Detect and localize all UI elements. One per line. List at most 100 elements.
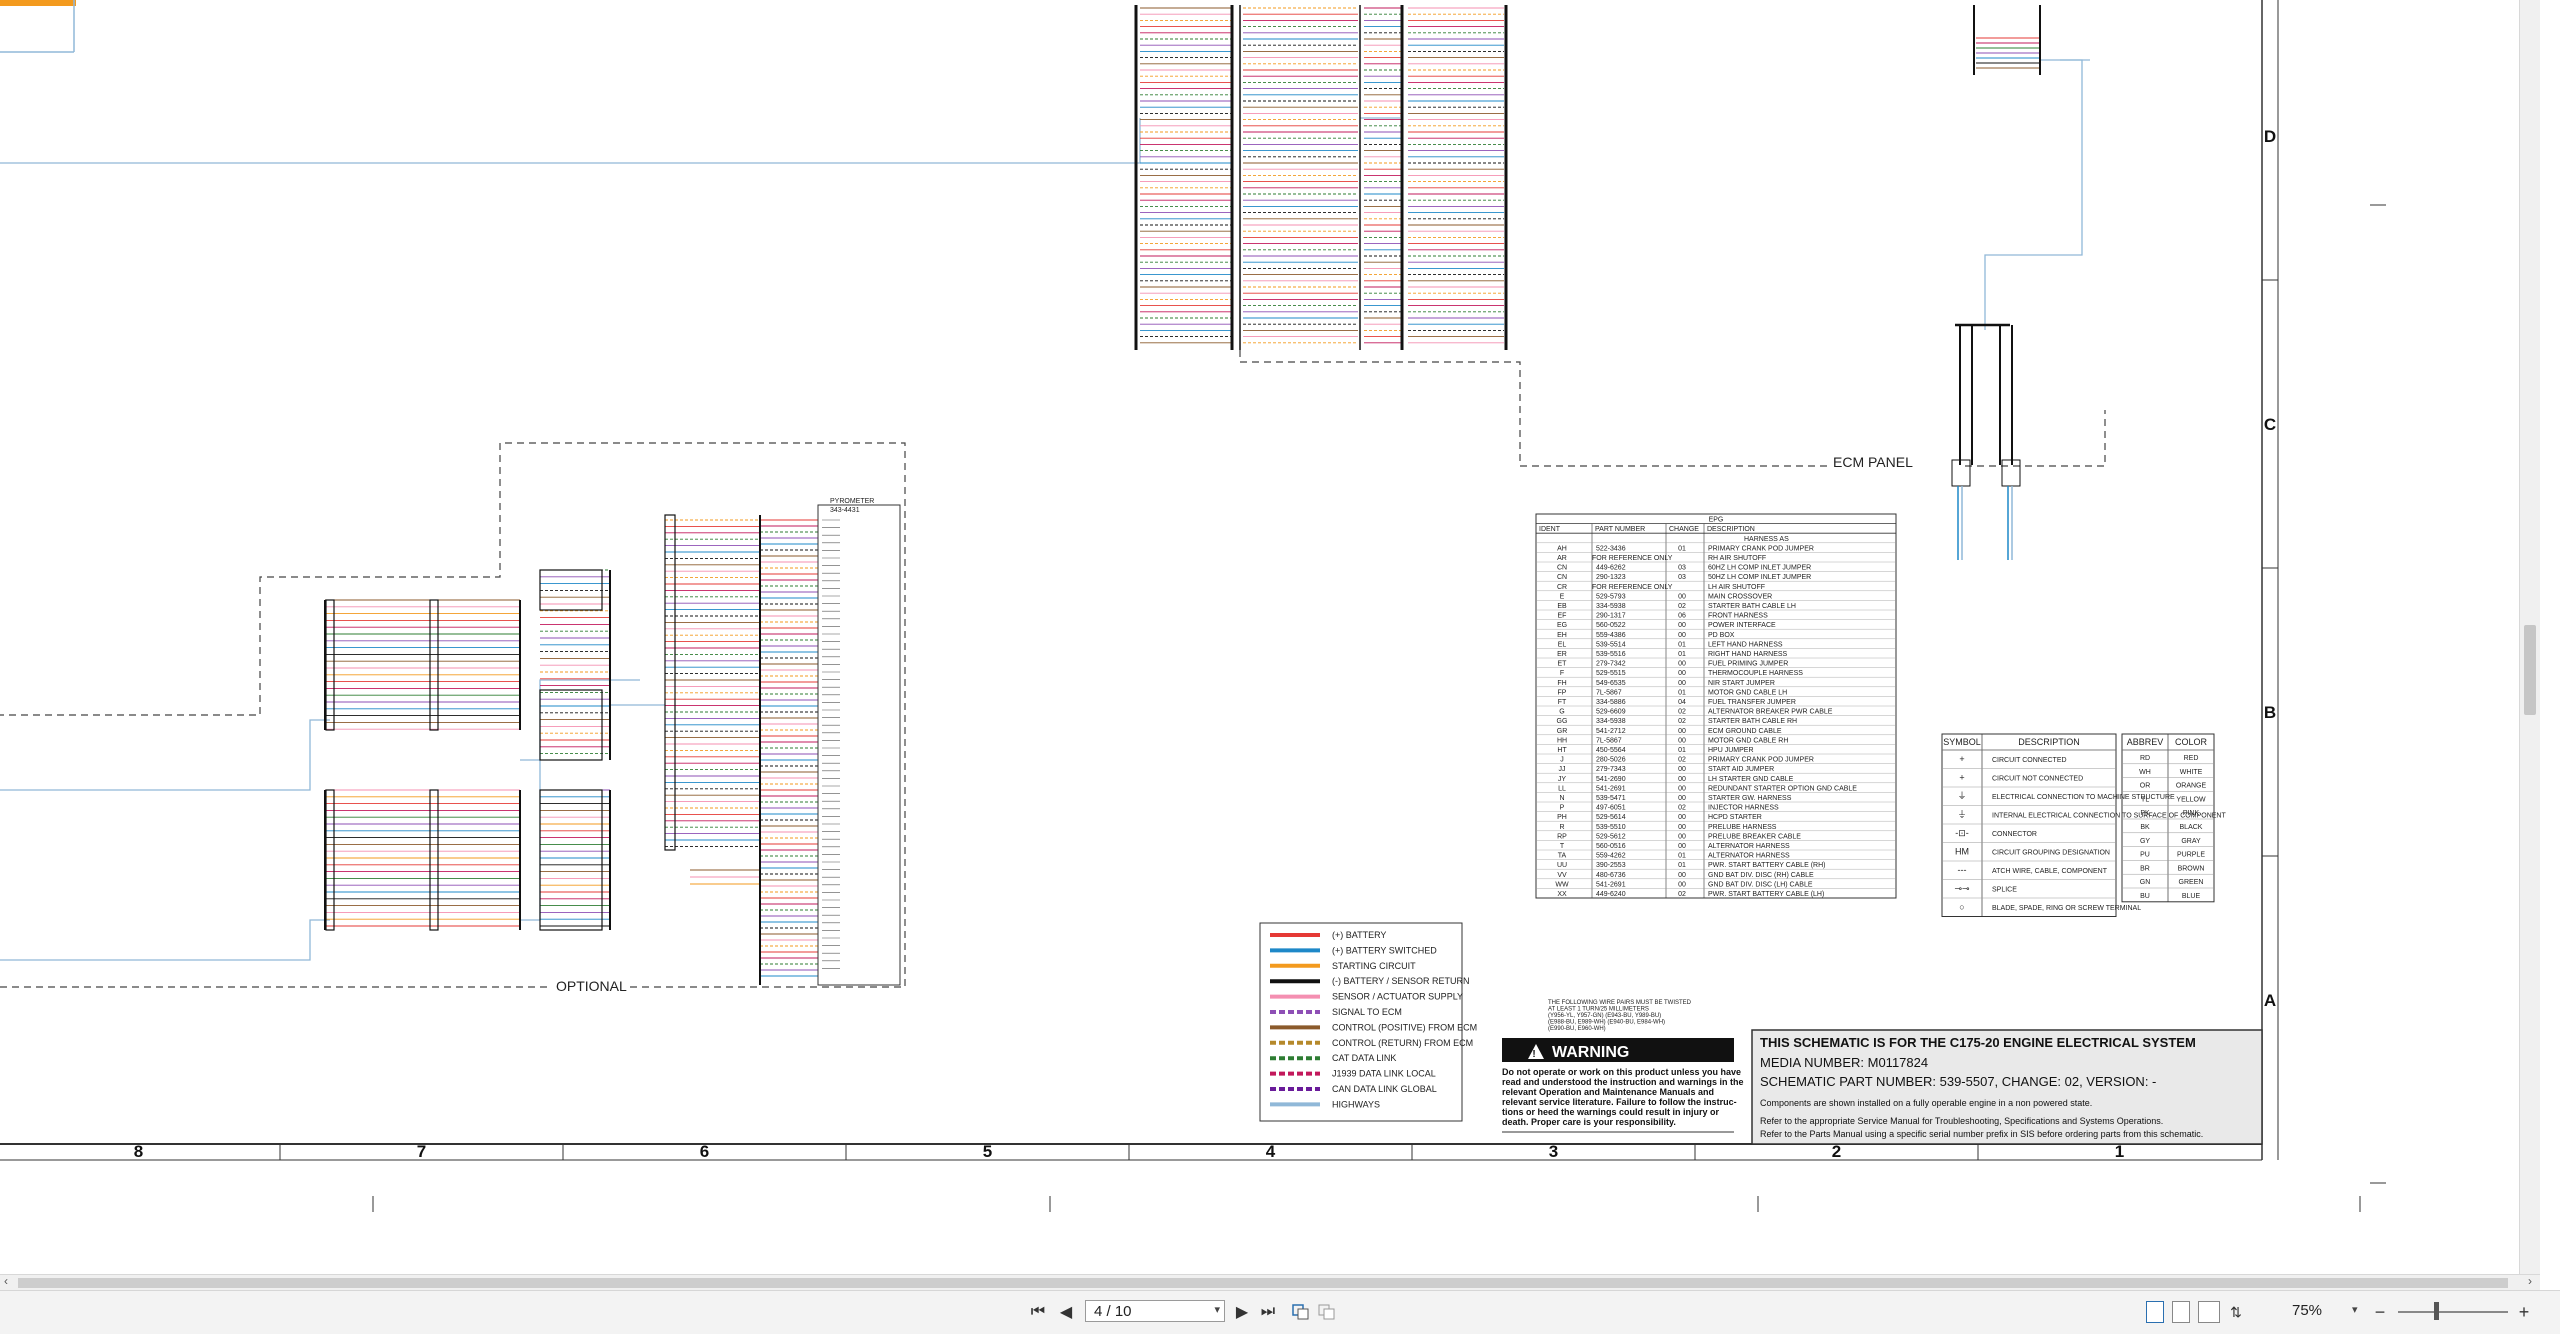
epg-cell: 334-5938 — [1596, 603, 1626, 610]
warning-text-line: Do not operate or work on this product u… — [1502, 1067, 1741, 1077]
zone-letter-C: C — [2264, 415, 2276, 434]
epg-cell: MAIN CROSSOVER — [1708, 593, 1772, 600]
document-viewport[interactable]: 87654321 DCBA ECM PANEL OPTIONAL PYROMET… — [0, 0, 2540, 1274]
zoom-dropdown-icon[interactable]: ▾ — [2352, 1303, 2358, 1316]
scroll-left-icon[interactable]: ‹ — [4, 1274, 8, 1288]
horizontal-scrollbar[interactable]: ‹ › — [0, 1274, 2540, 1291]
zoom-out-button[interactable]: − — [2372, 1301, 2388, 1323]
epg-cell: 541-2691 — [1596, 785, 1626, 792]
next-page-button[interactable]: ▶ — [1234, 1301, 1250, 1323]
fit-width-icon — [1318, 1304, 1335, 1320]
epg-cell: 01 — [1678, 651, 1686, 658]
epg-cell: 450-5564 — [1596, 747, 1626, 754]
epg-title: EPG — [1709, 517, 1724, 524]
vertical-scrollbar[interactable] — [2519, 0, 2540, 1274]
color-name: BROWN — [2178, 865, 2205, 872]
epg-cell: 539-5516 — [1596, 651, 1626, 658]
color-abbrev: GY — [2140, 838, 2150, 845]
color-name: GRAY — [2181, 838, 2201, 845]
symbol-glyph: + — [1959, 773, 1964, 783]
color-abbrev: OR — [2140, 783, 2151, 790]
page-number-input[interactable]: 4 / 10 ▾ — [1085, 1300, 1225, 1322]
color-name: PURPLE — [2177, 852, 2205, 859]
twisted-pair-note: THE FOLLOWING WIRE PAIRS MUST BE TWISTED… — [1548, 1000, 1692, 1032]
color-abbrev: GN — [2140, 879, 2151, 886]
epg-cell: UU — [1557, 862, 1567, 869]
epg-harness-table: EPGIDENT PART NUMBER CHANGE DESCRIPTIONHARN… — [1535, 513, 1897, 899]
epg-cell: 00 — [1678, 737, 1686, 744]
zoom-slider[interactable] — [2398, 1311, 2508, 1313]
epg-cell: GND BAT DIV. DISC (LH) CABLE — [1708, 881, 1813, 888]
fit-page-button[interactable] — [1292, 1301, 1310, 1323]
zone-letter-B: B — [2264, 703, 2276, 722]
single-page-view-icon[interactable] — [2146, 1301, 2164, 1323]
prev-page-button[interactable]: ◀ — [1058, 1301, 1074, 1323]
title-line-2: MEDIA NUMBER: M0117824 — [1760, 1055, 1928, 1070]
epg-cell: 522-3436 — [1596, 545, 1626, 552]
warning-box: ! WARNING Do not operate or work on this… — [1502, 1038, 1744, 1133]
epg-cell: 04 — [1678, 699, 1686, 706]
color-name: WHITE — [2180, 769, 2203, 776]
twisted-note-line: THE FOLLOWING WIRE PAIRS MUST BE TWISTED — [1548, 1000, 1692, 1006]
epg-cell: FRONT HARNESS — [1708, 613, 1768, 620]
color-name: ORANGE — [2176, 783, 2207, 790]
ecm-panel-outline — [1239, 350, 2106, 467]
title-line-3: SCHEMATIC PART NUMBER: 539-5507, CHANGE:… — [1760, 1074, 2156, 1089]
scroll-right-icon[interactable]: › — [2528, 1274, 2532, 1288]
first-page-button[interactable]: ⏮ — [1030, 1301, 1046, 1323]
epg-cell: CR — [1557, 584, 1567, 591]
warning-text-line: relevant Operation and Maintenance Manua… — [1502, 1087, 1714, 1097]
title-line-5: Refer to the appropriate Service Manual … — [1760, 1116, 2163, 1126]
legend-label: SENSOR / ACTUATOR SUPPLY — [1332, 992, 1463, 1002]
scroll-view-button[interactable]: ⇅ — [2228, 1301, 2244, 1323]
epg-cell: 00 — [1678, 795, 1686, 802]
symbol-glyph: ⏚ — [1957, 810, 1966, 820]
vertical-scroll-thumb[interactable] — [2524, 625, 2536, 715]
symbol-description: CONNECTOR — [1992, 831, 2037, 838]
epg-cell: 00 — [1678, 824, 1686, 831]
epg-cell: RIGHT HAND HARNESS — [1708, 651, 1788, 658]
epg-cell: ER — [1557, 651, 1567, 658]
epg-cell: PRELUBE HARNESS — [1708, 824, 1777, 831]
zone-letter-D: D — [2264, 127, 2276, 146]
epg-cell: 01 — [1678, 641, 1686, 648]
zoom-in-button[interactable]: + — [2516, 1301, 2532, 1323]
description-header: DESCRIPTION — [2018, 737, 2080, 747]
orange-page-tab — [0, 0, 76, 6]
chevron-down-icon[interactable]: ▾ — [1214, 1303, 1220, 1316]
zone-number-4: 4 — [1266, 1142, 1276, 1161]
continuous-view-icon[interactable] — [2172, 1301, 2190, 1323]
epg-cell: 03 — [1678, 565, 1686, 572]
last-page-button[interactable]: ⏭ — [1260, 1301, 1276, 1323]
epg-cell: 06 — [1678, 613, 1686, 620]
epg-cell: 529-5793 — [1596, 593, 1626, 600]
epg-cell: ECM GROUND CABLE — [1708, 728, 1782, 735]
title-line-4: Components are shown installed on a full… — [1760, 1098, 2092, 1108]
title-line-6: Refer to the Parts Manual using a specif… — [1760, 1129, 2203, 1139]
zoom-level[interactable]: 75% — [2292, 1302, 2322, 1319]
warning-text-line: tions or heed the warnings could result … — [1502, 1107, 1720, 1117]
svg-text:PYROMETER: PYROMETER — [830, 498, 874, 505]
epg-cell: EG — [1557, 622, 1567, 629]
epg-cell: 559-4262 — [1596, 853, 1626, 860]
epg-cell: PWR. START BATTERY CABLE (RH) — [1708, 862, 1825, 869]
epg-cell: NIR START JUMPER — [1708, 680, 1775, 687]
zone-number-1: 1 — [2115, 1142, 2124, 1161]
epg-cell: VV — [1557, 872, 1567, 879]
epg-cell: 00 — [1678, 843, 1686, 850]
fit-width-button[interactable] — [1318, 1301, 1336, 1323]
zoom-slider-thumb[interactable] — [2434, 1302, 2439, 1320]
epg-cell: PRIMARY CRANK POD JUMPER — [1708, 545, 1814, 552]
horizontal-scroll-thumb[interactable] — [18, 1278, 2508, 1288]
first-page-icon: ⏮ — [1030, 1303, 1046, 1320]
symbol-description: SPLICE — [1992, 887, 2017, 894]
epg-cell: LL — [1558, 785, 1566, 792]
two-page-view-icon[interactable] — [2198, 1301, 2220, 1323]
bottom-toolbar: ⏮ ◀ 4 / 10 ▾ ▶ ⏭ ⇅ 75% ▾ − + — [0, 1290, 2560, 1334]
epg-cell: GG — [1557, 718, 1568, 725]
zone-number-3: 3 — [1549, 1142, 1558, 1161]
schematic-drawing: 87654321 DCBA ECM PANEL OPTIONAL PYROMET… — [0, 0, 2386, 1212]
epg-cell: PD BOX — [1708, 632, 1735, 639]
epg-cell: 00 — [1678, 776, 1686, 783]
epg-cell: F — [1560, 670, 1564, 677]
